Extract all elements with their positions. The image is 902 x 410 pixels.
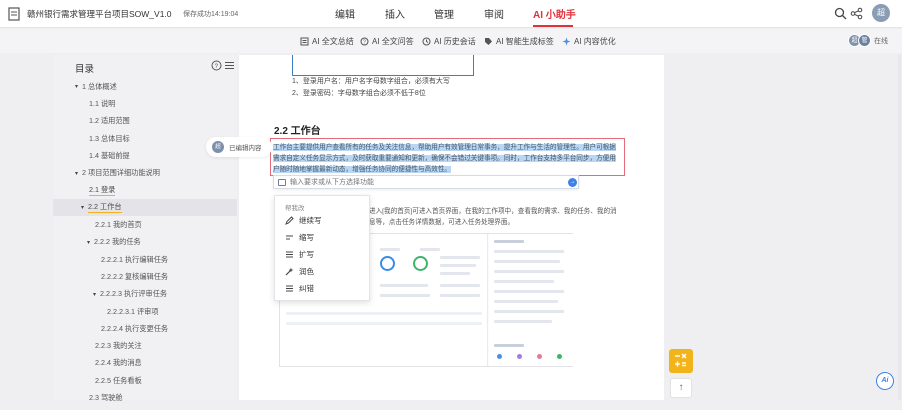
selected-paragraph-box[interactable]: 工作台主要提供用户查看所有的任务及关注信息，帮助用户有效管理日常事务，提升工作与… bbox=[270, 138, 625, 176]
selected-paragraph[interactable]: 工作台主要提供用户查看所有的任务及关注信息，帮助用户有效管理日常事务，提升工作与… bbox=[273, 142, 622, 175]
optimize-icon bbox=[562, 37, 571, 46]
menu-item-expand[interactable]: 扩写 bbox=[285, 249, 314, 260]
help-icon[interactable]: ? bbox=[211, 60, 222, 71]
bullet-line: 1、登录用户名：用户名字母数字组合，必须有大写 bbox=[292, 78, 450, 85]
menu-item-continue[interactable]: 继续写 bbox=[285, 215, 322, 226]
history-icon bbox=[422, 37, 431, 46]
back-to-top-button[interactable]: ↑ bbox=[670, 378, 692, 398]
tab-edit[interactable]: 编辑 bbox=[335, 6, 355, 21]
toc-item[interactable]: 2.2.1 我的首页 bbox=[53, 216, 237, 233]
toc-item[interactable]: 2.2.2.3.1 评审项 bbox=[53, 303, 237, 320]
online-label: 在线 bbox=[874, 37, 888, 45]
ai-prompt-input[interactable] bbox=[290, 177, 560, 188]
search-icon[interactable] bbox=[834, 7, 847, 20]
edited-content-tag[interactable]: 超 已编辑内容 bbox=[206, 137, 272, 157]
toc-item[interactable]: ▾ 2.2.2.3 执行评审任务 bbox=[53, 286, 237, 303]
online-users[interactable]: 超 管 在线 bbox=[848, 34, 888, 47]
toc-item[interactable]: 1.1 说明 bbox=[53, 95, 237, 112]
toc-item[interactable]: 2.3 驾驶舱 bbox=[53, 389, 237, 406]
edited-content-label: 已编辑内容 bbox=[229, 145, 262, 152]
toc-item[interactable]: 2.2.2.4 执行变更任务 bbox=[53, 320, 237, 337]
toc-list: ▾ 1 总体概述 1.1 说明 1.2 适用范围 1.3 总体目标 1.4 基础前… bbox=[53, 78, 237, 407]
table-frame bbox=[292, 55, 474, 76]
ai-optimize-button[interactable]: AI 内容优化 bbox=[562, 36, 616, 47]
table-of-contents-panel: 目录 ? ▾ 1 总体概述 1.1 说明 1.2 适用范围 1.3 总体目标 1.… bbox=[53, 55, 237, 402]
ai-chat-icon bbox=[278, 179, 286, 186]
ring-chart-icon bbox=[413, 256, 428, 271]
menu-item-correct[interactable]: 纠错 bbox=[285, 283, 314, 294]
toc-item[interactable]: 2.2.3 我的关注 bbox=[53, 337, 237, 354]
calculator-icon bbox=[675, 353, 687, 367]
body-paragraph: 进入[我的首页]可进入首页界面，在我的工作项中，查看我的需求、我的任务、我的消息… bbox=[369, 208, 617, 226]
ai-qa-button[interactable]: ? AI 全文问答 bbox=[360, 36, 414, 47]
document-title[interactable]: 赣州银行需求管理平台项目SOW_V1.0 bbox=[27, 8, 172, 20]
toc-item[interactable]: 2.2.4 我的消息 bbox=[53, 355, 237, 372]
page-scrollbar[interactable] bbox=[898, 55, 901, 400]
qa-icon: ? bbox=[360, 37, 369, 46]
ring-chart-icon bbox=[380, 256, 395, 271]
toc-item[interactable]: 2.2.2.2 复核编辑任务 bbox=[53, 268, 237, 285]
share-icon[interactable] bbox=[850, 7, 863, 20]
correct-icon bbox=[286, 285, 293, 292]
document-icon bbox=[8, 7, 20, 21]
polish-icon bbox=[285, 267, 294, 276]
ai-qa-label: AI 全文问答 bbox=[372, 37, 414, 46]
rewrite-menu-header: 帮我改 bbox=[285, 205, 305, 212]
toc-item[interactable]: ▾ 2.2.2 我的任务 bbox=[53, 234, 237, 251]
toc-item[interactable]: ▾ 2 项目范围详细功能说明 bbox=[53, 164, 237, 181]
menu-icon[interactable] bbox=[225, 61, 234, 70]
active-tab-indicator bbox=[533, 25, 573, 27]
summary-icon bbox=[300, 37, 309, 46]
ai-tag-button[interactable]: AI 智能生成标签 bbox=[484, 36, 554, 47]
toc-item[interactable]: 1.2 适用范围 bbox=[53, 113, 237, 130]
save-status: 保存成功14:19:04 bbox=[183, 11, 239, 18]
tab-insert[interactable]: 插入 bbox=[385, 6, 405, 21]
svg-text:?: ? bbox=[363, 40, 366, 46]
toc-item[interactable]: 2.2.2.1 执行编辑任务 bbox=[53, 251, 237, 268]
ai-assistant-button[interactable]: Ai bbox=[876, 372, 894, 390]
top-bar: 赣州银行需求管理平台项目SOW_V1.0 保存成功14:19:04 编辑 插入 … bbox=[0, 0, 902, 28]
ai-history-button[interactable]: AI 历史会话 bbox=[422, 36, 476, 47]
shorten-icon bbox=[286, 235, 293, 240]
ai-toolbar: AI 全文总结 ? AI 全文问答 AI 历史会话 AI 智能生成标签 AI 内… bbox=[0, 29, 902, 53]
ai-prompt-bar: → bbox=[273, 175, 579, 189]
tab-ai-assistant[interactable]: AI 小助手 bbox=[533, 6, 576, 21]
expand-icon bbox=[286, 251, 293, 258]
calculator-button[interactable] bbox=[669, 349, 693, 373]
section-heading: 2.2 工作台 bbox=[274, 126, 321, 137]
toc-item-workbench[interactable]: ▾ 2.2 工作台 bbox=[53, 199, 237, 217]
menu-item-shorten[interactable]: 缩写 bbox=[285, 232, 314, 243]
tab-manage[interactable]: 管理 bbox=[434, 6, 454, 21]
toc-item[interactable]: 2.2.5 任务看板 bbox=[53, 372, 237, 389]
ai-tag-label: AI 智能生成标签 bbox=[496, 37, 554, 46]
menu-item-polish[interactable]: 润色 bbox=[285, 266, 314, 277]
ai-optimize-label: AI 内容优化 bbox=[574, 37, 616, 46]
svg-text:?: ? bbox=[215, 64, 219, 70]
bullet-line: 2、登录密码：字母数字组合必须不低于8位 bbox=[292, 90, 426, 97]
send-icon[interactable]: → bbox=[568, 178, 577, 187]
user-avatar[interactable]: 超 bbox=[872, 4, 890, 22]
pen-icon bbox=[285, 216, 294, 225]
ai-summary-button[interactable]: AI 全文总结 bbox=[300, 36, 354, 47]
toc-item-login[interactable]: 2.1 登录 bbox=[53, 182, 237, 199]
screenshot-side-panel bbox=[489, 234, 573, 366]
ai-summary-label: AI 全文总结 bbox=[312, 37, 354, 46]
toc-item[interactable]: ▾ 1 总体概述 bbox=[53, 78, 237, 95]
online-avatar: 管 bbox=[858, 34, 871, 47]
editor-avatar: 超 bbox=[212, 141, 224, 153]
ai-rewrite-menu: 帮我改 继续写 缩写 扩写 润色 纠错 bbox=[274, 195, 370, 301]
toc-title: 目录 bbox=[75, 64, 95, 75]
tab-review[interactable]: 审阅 bbox=[484, 6, 504, 21]
ai-history-label: AI 历史会话 bbox=[434, 37, 476, 46]
tag-icon bbox=[485, 38, 492, 45]
